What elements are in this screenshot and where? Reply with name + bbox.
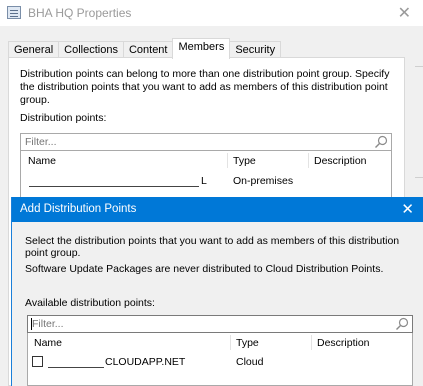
members-filter-field[interactable] [20,133,392,151]
redacted-name [48,356,104,368]
available-points-label: Available distribution points: [25,297,155,309]
available-filter-field[interactable] [27,315,413,333]
column-separator[interactable] [308,153,309,168]
column-header-type[interactable]: Type [233,155,256,167]
row-type: Cloud [236,356,264,368]
members-filter-input[interactable] [21,134,365,150]
row-checkbox[interactable] [32,356,43,367]
search-icon[interactable] [374,135,388,149]
search-icon[interactable] [395,317,409,331]
text-caret [31,318,32,330]
window-title: BHA HQ Properties [28,6,132,20]
dialog-close-icon[interactable]: ✕ [401,200,414,218]
members-description: Distribution points can belong to more t… [20,68,390,106]
column-header-description[interactable]: Description [314,155,367,167]
available-filter-input[interactable] [28,316,382,332]
dialog-titlebar: Add Distribution Points ✕ [12,197,423,222]
column-separator[interactable] [311,335,312,350]
column-separator[interactable] [230,335,231,350]
distribution-points-label: Distribution points: [20,112,107,124]
dialog-instruction: Select the distribution points that you … [25,235,400,259]
tab-members[interactable]: Members [172,38,231,59]
column-header-type[interactable]: Type [236,337,259,349]
row-type: On-premises [233,175,294,187]
tab-strip: General Collections Content Members Secu… [8,38,282,59]
window-titlebar: BHA HQ Properties ✕ [0,0,423,26]
available-points-list: Name Type Description CLOUDAPP.NET Cloud [27,333,413,386]
properties-window-icon [7,6,21,19]
row-name-suffix: L [201,175,207,187]
column-separator[interactable] [227,153,228,168]
row-name-suffix: CLOUDAPP.NET [105,356,186,368]
window-close-icon[interactable]: ✕ [398,3,411,23]
dialog-note: Software Update Packages are never distr… [25,263,384,275]
column-header-name[interactable]: Name [28,155,56,167]
dialog-title: Add Distribution Points [20,203,137,215]
add-distribution-points-dialog: Add Distribution Points ✕ Select the dis… [11,197,423,386]
column-header-description[interactable]: Description [317,337,370,349]
column-header-name[interactable]: Name [34,337,62,349]
redacted-name [29,175,199,187]
